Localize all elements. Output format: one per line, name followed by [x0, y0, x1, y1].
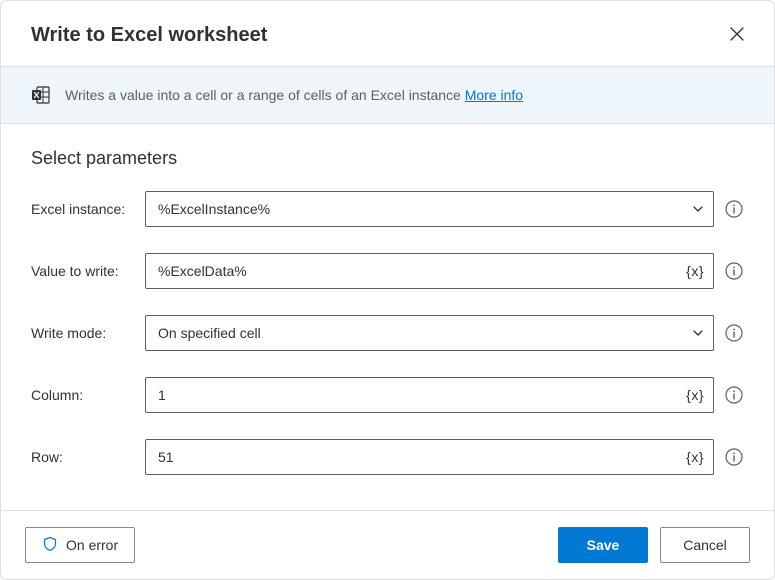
row-write-mode: Write mode: — [31, 315, 744, 351]
excel-icon — [31, 85, 51, 105]
label-column: Column: — [31, 387, 135, 403]
info-banner: Writes a value into a cell or a range of… — [1, 66, 774, 124]
row-column: Column: {x} — [31, 377, 744, 413]
cancel-label: Cancel — [683, 537, 727, 553]
info-description: Writes a value into a cell or a range of… — [65, 87, 461, 103]
label-excel-instance: Excel instance: — [31, 201, 135, 217]
row-excel-instance: Excel instance: — [31, 191, 744, 227]
save-button[interactable]: Save — [558, 527, 648, 563]
on-error-button[interactable]: On error — [25, 527, 135, 563]
dialog-header: Write to Excel worksheet — [1, 1, 774, 66]
row-field-wrap: {x} — [145, 439, 714, 475]
close-button[interactable] — [724, 21, 750, 50]
label-row: Row: — [31, 449, 135, 465]
row-value-to-write: Value to write: {x} — [31, 253, 744, 289]
excel-instance-dropdown[interactable] — [145, 191, 714, 227]
label-write-mode: Write mode: — [31, 325, 135, 341]
write-mode-value[interactable] — [145, 315, 714, 351]
value-to-write-field-wrap: {x} — [145, 253, 714, 289]
excel-instance-value[interactable] — [145, 191, 714, 227]
variable-picker-icon[interactable]: {x} — [686, 387, 704, 403]
dialog-footer: On error Save Cancel — [1, 510, 774, 579]
info-icon[interactable] — [724, 261, 744, 281]
on-error-label: On error — [66, 537, 118, 553]
column-input[interactable] — [145, 377, 714, 413]
info-icon[interactable] — [724, 385, 744, 405]
row-row: Row: {x} — [31, 439, 744, 475]
row-input[interactable] — [145, 439, 714, 475]
info-icon[interactable] — [724, 323, 744, 343]
cancel-button[interactable]: Cancel — [660, 527, 750, 563]
value-to-write-input[interactable] — [145, 253, 714, 289]
write-mode-dropdown[interactable] — [145, 315, 714, 351]
close-icon — [730, 27, 744, 44]
info-icon[interactable] — [724, 447, 744, 467]
column-field-wrap: {x} — [145, 377, 714, 413]
shield-icon — [42, 536, 58, 555]
more-info-link[interactable]: More info — [465, 87, 523, 103]
label-value-to-write: Value to write: — [31, 263, 135, 279]
dialog-title: Write to Excel worksheet — [31, 24, 267, 47]
info-icon[interactable] — [724, 199, 744, 219]
variable-picker-icon[interactable]: {x} — [686, 449, 704, 465]
info-text-wrap: Writes a value into a cell or a range of… — [65, 87, 523, 103]
save-label: Save — [587, 537, 620, 553]
dialog-body: Select parameters Excel instance: Value … — [1, 124, 774, 510]
variable-picker-icon[interactable]: {x} — [686, 263, 704, 279]
section-title: Select parameters — [31, 148, 744, 169]
